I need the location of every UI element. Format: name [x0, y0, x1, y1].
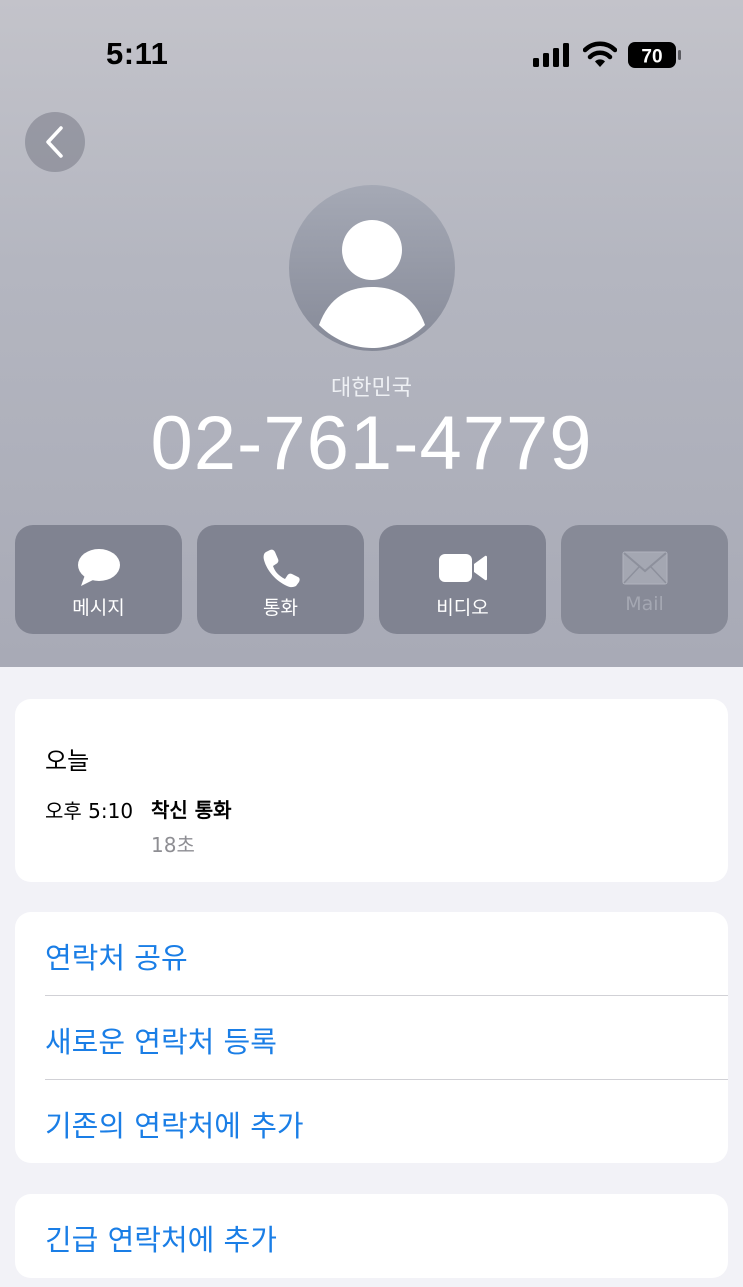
- add-emergency-contact-label: 긴급 연락처에 추가: [45, 1223, 277, 1257]
- share-contact-row[interactable]: 연락처 공유: [15, 912, 728, 995]
- create-new-contact-label: 새로운 연락처 등록: [45, 1025, 277, 1059]
- history-call-duration: 18초: [151, 833, 195, 857]
- message-button[interactable]: 메시지: [15, 525, 182, 634]
- signal-icon: [533, 43, 569, 67]
- person-silhouette-icon: [319, 220, 425, 348]
- video-camera-icon: [438, 554, 487, 582]
- history-call-time: 오후 5:10: [45, 799, 134, 823]
- contact-options-card: 연락처 공유 새로운 연락처 등록 기존의 연락처에 추가: [15, 912, 728, 1163]
- chevron-left-icon: [46, 126, 63, 158]
- history-date-title: 오늘: [45, 747, 90, 775]
- battery-level: 70: [641, 47, 662, 68]
- video-label: 비디오: [436, 597, 489, 619]
- status-time: 5:11: [106, 36, 169, 71]
- back-button[interactable]: [25, 112, 85, 172]
- mail-button: Mail: [561, 525, 728, 634]
- history-call-type: 착신 통화: [151, 798, 232, 822]
- create-new-contact-row[interactable]: 새로운 연락처 등록: [15, 996, 728, 1079]
- emergency-contact-card: 긴급 연락처에 추가: [15, 1194, 728, 1278]
- wifi-icon: [583, 41, 617, 67]
- add-to-existing-contact-label: 기존의 연락처에 추가: [45, 1109, 304, 1143]
- avatar: [289, 185, 455, 351]
- contact-phone-number: 02-761-4779: [150, 401, 593, 486]
- battery-icon: 70: [628, 42, 682, 72]
- video-button[interactable]: 비디오: [379, 525, 546, 634]
- phone-icon: [263, 549, 300, 588]
- call-history-card: 오늘 오후 5:10 착신 통화 18초: [15, 699, 728, 882]
- call-button[interactable]: 통화: [197, 525, 364, 634]
- message-label: 메시지: [72, 597, 125, 619]
- message-bubble-icon: [77, 549, 120, 586]
- contact-header: 5:11 70 대한민국 02-761-4779 메시지 통화 비디오 Mail: [0, 0, 743, 667]
- add-to-existing-contact-row[interactable]: 기존의 연락처에 추가: [15, 1080, 728, 1163]
- contact-country: 대한민국: [331, 376, 412, 401]
- call-label: 통화: [263, 597, 298, 619]
- add-emergency-contact-row[interactable]: 긴급 연락처에 추가: [15, 1194, 728, 1277]
- mail-icon: [622, 551, 667, 585]
- share-contact-label: 연락처 공유: [45, 941, 188, 975]
- mail-label: Mail: [625, 593, 664, 615]
